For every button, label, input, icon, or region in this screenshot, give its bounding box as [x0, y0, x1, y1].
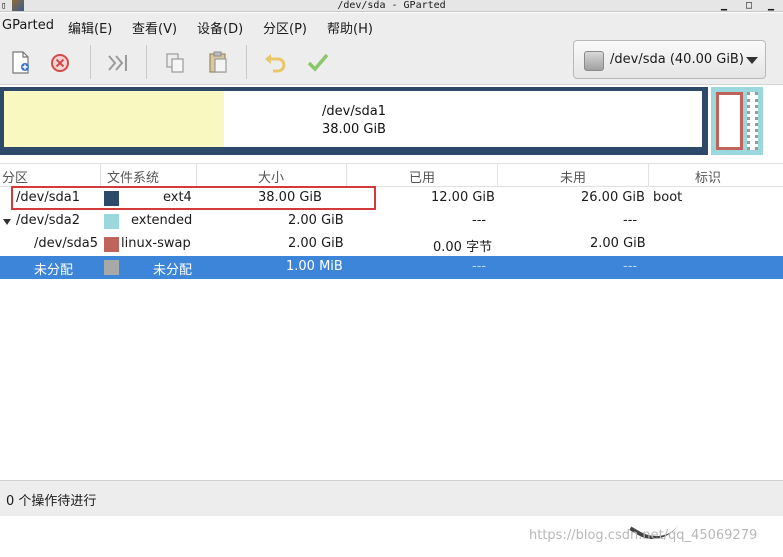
menu-gparted[interactable]: GParted — [2, 18, 54, 33]
copy-icon — [166, 53, 184, 73]
column-flags[interactable]: 标识 — [695, 167, 721, 186]
new-partition-button[interactable] — [5, 47, 35, 77]
title-bar: ▯ /dev/sda - GParted ▁ □ ▁ — [0, 0, 783, 12]
row-used: 12.00 GiB — [431, 190, 495, 205]
menu-view[interactable]: 查看(V) — [132, 18, 177, 37]
device-selector[interactable]: /dev/sda (40.00 GiB) — [573, 40, 766, 79]
column-size[interactable]: 大小 — [258, 167, 284, 186]
used-space-bar — [4, 91, 224, 147]
column-separator — [100, 164, 101, 187]
expander-arrow-icon[interactable] — [3, 219, 11, 225]
row-unused: --- — [623, 259, 638, 274]
column-filesystem[interactable]: 文件系统 — [107, 167, 159, 186]
map-partition-size: 38.00 GiB — [322, 122, 386, 137]
new-partition-icon — [12, 51, 29, 74]
watermark-text: https://blog.csdn.net/qq_45069279 — [529, 528, 758, 543]
column-separator — [346, 164, 347, 187]
chevron-down-icon — [746, 57, 758, 64]
menu-edit[interactable]: 编辑(E) — [68, 18, 112, 37]
apply-button[interactable] — [303, 47, 333, 77]
column-partition[interactable]: 分区 — [2, 167, 28, 186]
toolbar-separator — [146, 45, 147, 79]
status-bar: 0 个操作待进行 — [0, 480, 783, 516]
partition-map-sda1[interactable]: /dev/sda1 38.00 GiB — [0, 87, 708, 155]
row-partition: /dev/sda1 — [16, 190, 80, 205]
row-size: 2.00 GiB — [288, 236, 344, 251]
map-partition-name: /dev/sda1 — [322, 104, 386, 119]
row-size: 2.00 GiB — [288, 213, 344, 228]
free-space-bar — [224, 91, 702, 147]
column-separator — [196, 164, 197, 187]
menu-help[interactable]: 帮助(H) — [327, 18, 373, 37]
hard-disk-icon — [584, 51, 604, 71]
device-label: /dev/sda (40.00 GiB) — [610, 52, 744, 67]
partition-list-header: 分区 文件系统 大小 已用 未用 标识 — [0, 163, 783, 187]
filesystem-color-swatch — [104, 260, 119, 275]
undo-icon — [265, 54, 286, 73]
maximize-icon[interactable]: □ — [740, 0, 758, 11]
row-flags: boot — [653, 190, 683, 205]
row-filesystem: linux-swap — [121, 236, 191, 251]
undo-button[interactable] — [260, 47, 290, 77]
apply-icon — [307, 53, 329, 72]
menu-partition[interactable]: 分区(P) — [263, 18, 307, 37]
paste-button[interactable] — [203, 47, 233, 77]
row-partition: /dev/sda2 — [16, 213, 80, 228]
row-size: 38.00 GiB — [258, 190, 322, 205]
table-row[interactable]: /dev/sda5 linux-swap 2.00 GiB 0.00 字节 2.… — [0, 233, 783, 256]
toolbar-separator — [90, 45, 91, 79]
row-unused: --- — [623, 213, 638, 228]
delete-icon — [51, 54, 69, 72]
delete-button[interactable] — [45, 47, 75, 77]
partition-map-extended[interactable] — [711, 87, 763, 155]
partition-map-unallocated[interactable] — [747, 92, 758, 150]
resize-move-button[interactable] — [103, 47, 133, 77]
row-partition: 未分配 — [34, 263, 74, 278]
table-row[interactable]: 未分配 未分配 1.00 MiB --- --- — [0, 256, 783, 279]
toolbar-separator — [246, 45, 247, 79]
table-row[interactable]: /dev/sda2 extended 2.00 GiB --- --- — [0, 210, 783, 233]
window-title: /dev/sda - GParted — [337, 0, 446, 11]
resize-move-icon — [108, 55, 127, 71]
row-unused: 26.00 GiB — [581, 190, 645, 205]
column-unused[interactable]: 未用 — [560, 167, 586, 186]
row-used: --- — [472, 259, 487, 274]
row-used: --- — [472, 213, 487, 228]
row-unused: 2.00 GiB — [590, 236, 646, 251]
row-size: 1.00 MiB — [286, 259, 343, 274]
partition-map-swap[interactable] — [716, 92, 743, 150]
row-filesystem: extended — [131, 213, 193, 228]
filesystem-color-swatch — [104, 214, 119, 229]
table-row[interactable]: /dev/sda1 ext4 38.00 GiB 12.00 GiB 26.00… — [0, 187, 783, 210]
row-filesystem: 未分配 — [153, 263, 193, 278]
filesystem-color-swatch — [104, 191, 119, 206]
close-icon[interactable]: ▁ — [762, 0, 780, 11]
filesystem-color-swatch — [104, 237, 119, 252]
row-used: 0.00 字节 — [433, 240, 493, 255]
row-filesystem: ext4 — [163, 190, 192, 205]
menu-device[interactable]: 设备(D) — [197, 18, 243, 37]
paste-icon — [209, 51, 227, 73]
column-used[interactable]: 已用 — [409, 167, 435, 186]
copy-button[interactable] — [160, 47, 190, 77]
minimize-icon[interactable]: ▁ — [715, 0, 733, 11]
menu-bar: GParted 编辑(E) 查看(V) 设备(D) 分区(P) 帮助(H) — [0, 13, 783, 39]
column-separator — [648, 164, 649, 187]
column-separator — [497, 164, 498, 187]
pending-operations-text: 0 个操作待进行 — [6, 494, 97, 509]
row-partition: /dev/sda5 — [34, 236, 98, 251]
